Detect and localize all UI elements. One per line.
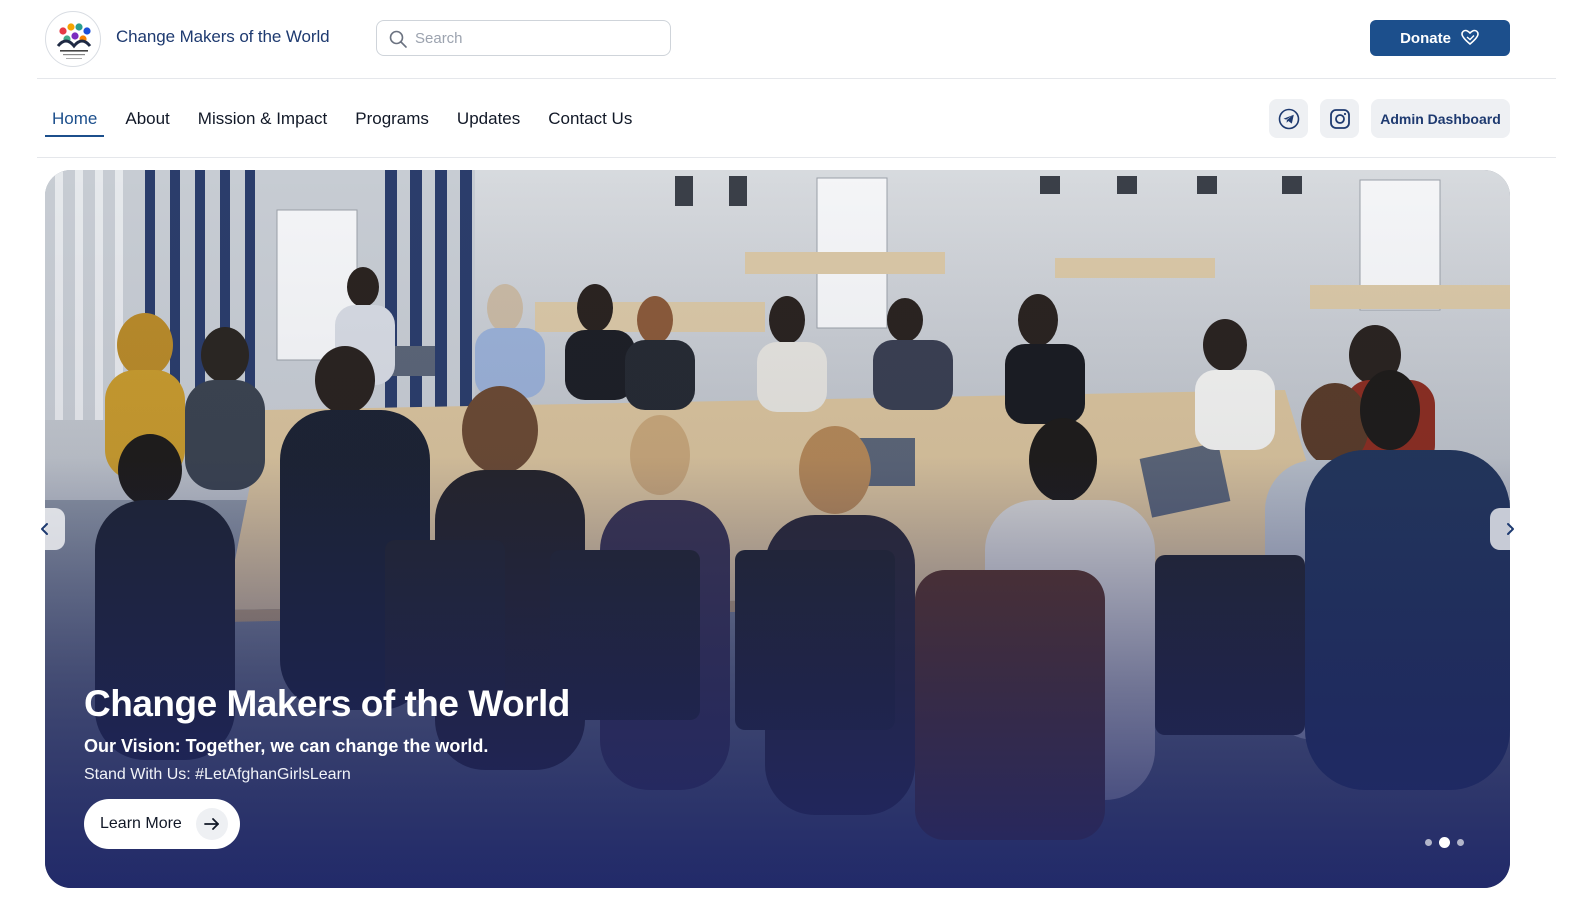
nav-item-contact-us[interactable]: Contact Us bbox=[541, 100, 639, 136]
nav-divider bbox=[37, 157, 1556, 158]
slide-indicators bbox=[1425, 837, 1464, 848]
main-nav: Home About Mission & Impact Programs Upd… bbox=[45, 100, 653, 137]
donate-button[interactable]: Donate bbox=[1370, 20, 1510, 56]
chevron-left-icon bbox=[41, 523, 48, 535]
nav-item-home[interactable]: Home bbox=[45, 100, 105, 137]
instagram-icon bbox=[1329, 108, 1350, 129]
search-input[interactable] bbox=[415, 21, 665, 55]
hero-subtitle: Our Vision: Together, we can change the … bbox=[84, 736, 489, 756]
nav-item-mission-impact[interactable]: Mission & Impact bbox=[191, 100, 334, 136]
chevron-right-icon bbox=[1507, 523, 1514, 535]
logo-graphic bbox=[56, 23, 92, 59]
prev-slide-button[interactable] bbox=[25, 508, 65, 550]
hero-tagline: Stand With Us: #LetAfghanGirlsLearn bbox=[84, 766, 351, 783]
heart-hand-icon bbox=[1461, 29, 1479, 46]
nav-item-about[interactable]: About bbox=[118, 100, 176, 136]
nav-item-programs[interactable]: Programs bbox=[348, 100, 436, 136]
brand-name[interactable]: Change Makers of the World bbox=[116, 27, 330, 47]
learn-more-label: Learn More bbox=[100, 815, 182, 832]
hero-title: Change Makers of the World bbox=[84, 683, 570, 724]
slide-dot-1[interactable] bbox=[1425, 839, 1432, 846]
learn-more-button[interactable]: Learn More bbox=[84, 799, 240, 849]
telegram-button[interactable] bbox=[1269, 99, 1308, 138]
slide-dot-3[interactable] bbox=[1457, 839, 1464, 846]
telegram-icon bbox=[1278, 108, 1299, 129]
search-box[interactable] bbox=[376, 20, 671, 56]
slide-dot-2[interactable] bbox=[1439, 837, 1450, 848]
admin-dashboard-button[interactable]: Admin Dashboard bbox=[1371, 99, 1510, 138]
donate-label: Donate bbox=[1400, 29, 1451, 47]
nav-item-updates[interactable]: Updates bbox=[450, 100, 527, 136]
logo[interactable] bbox=[45, 11, 101, 67]
next-slide-button[interactable] bbox=[1490, 508, 1530, 550]
arrow-right-icon bbox=[196, 808, 228, 840]
search-icon bbox=[389, 30, 407, 48]
header-divider bbox=[37, 78, 1556, 79]
instagram-button[interactable] bbox=[1320, 99, 1359, 138]
hero-slider: Change Makers of the World Our Vision: T… bbox=[45, 170, 1510, 888]
site-header: Change Makers of the World Donate bbox=[0, 0, 1593, 79]
